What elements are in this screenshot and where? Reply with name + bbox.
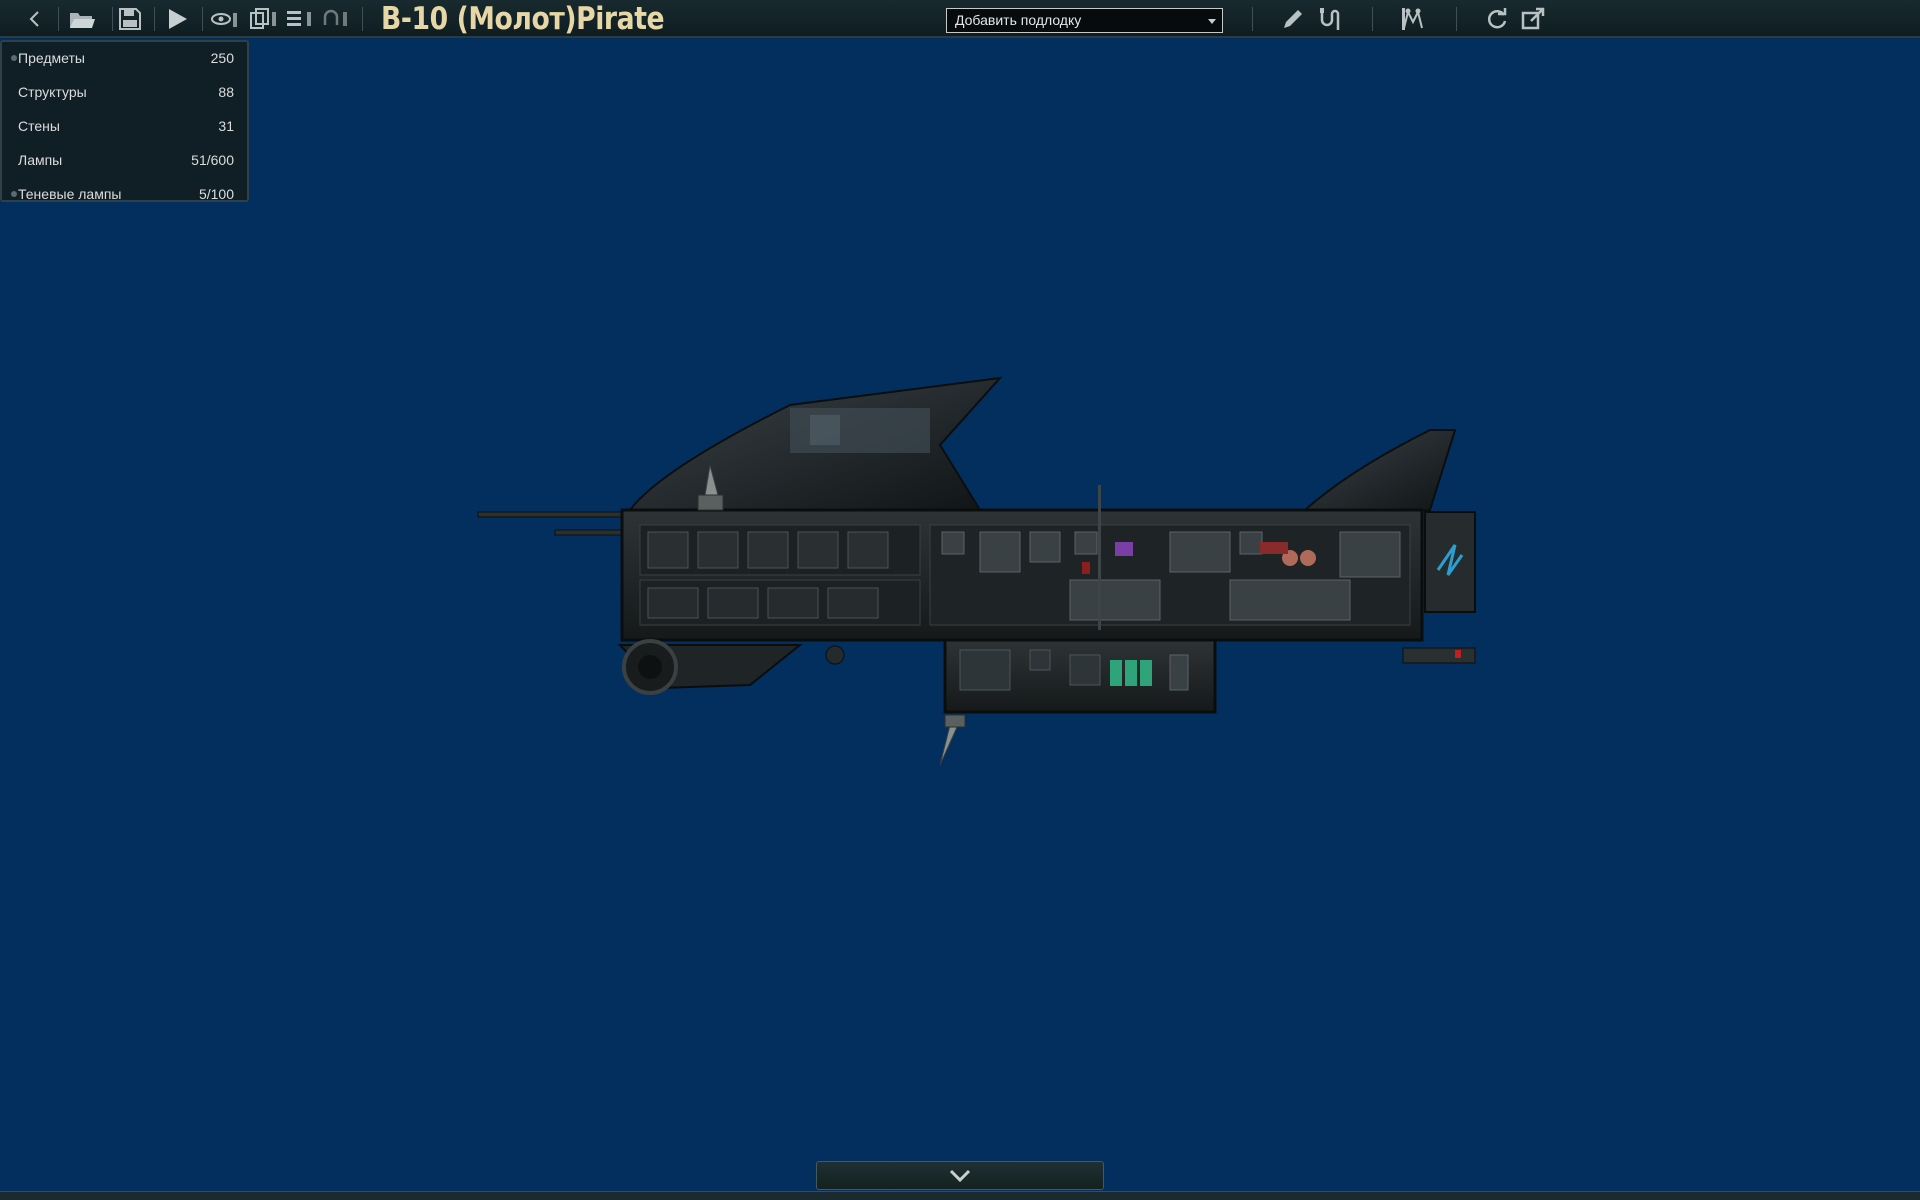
stat-lights: Лампы 51/600	[2, 144, 251, 178]
stat-items: Предметы 250	[2, 42, 251, 76]
wire-icon	[1320, 8, 1340, 30]
turret-bottom	[939, 724, 959, 766]
open-button[interactable]	[66, 4, 98, 34]
stat-label: Стены	[18, 118, 60, 134]
stat-structures: Структуры 88	[2, 76, 251, 110]
row-handle-icon	[11, 55, 17, 61]
submarine-canvas[interactable]	[470, 370, 1490, 770]
stat-value: 31	[218, 118, 234, 134]
test-play-button[interactable]	[162, 4, 192, 34]
play-icon	[169, 9, 187, 29]
hull-fin-rear	[1302, 429, 1457, 511]
waypoints-button[interactable]	[1398, 4, 1428, 34]
add-submarine-dropdown-value: Добавить подлодку	[955, 12, 1082, 28]
submarine-stats-panel: Предметы 250 Структуры 88 Стены 31 Лампы…	[0, 40, 249, 202]
bottom-bar	[0, 1191, 1920, 1200]
visibility-icon	[211, 13, 237, 27]
entity-list-button[interactable]	[284, 4, 314, 34]
undo-button[interactable]	[320, 4, 350, 34]
stat-value: 5/100	[198, 186, 234, 202]
stat-value: 250	[210, 50, 234, 66]
reset-button[interactable]	[1482, 4, 1512, 34]
stat-label: Структуры	[18, 84, 87, 100]
stat-shadow-lights: Теневые лампы 5/100	[2, 178, 251, 212]
stat-walls: Стены 31	[2, 110, 251, 144]
stat-label: Лампы	[18, 152, 63, 168]
open-folder-icon	[70, 13, 95, 28]
stat-value: 88	[218, 84, 234, 100]
waypoint-icon	[1402, 8, 1423, 30]
wiring-mode-button[interactable]	[1316, 4, 1346, 34]
back-button[interactable]	[22, 4, 48, 34]
stat-label: Предметы	[18, 50, 85, 66]
save-icon	[119, 8, 141, 30]
toggle-entity-menu-button[interactable]	[816, 1161, 1104, 1190]
pencil-icon	[1284, 10, 1302, 28]
list-icon	[287, 11, 311, 26]
stat-value: 51/600	[191, 152, 234, 168]
chevron-down-icon	[949, 1169, 971, 1182]
back-icon	[29, 11, 39, 27]
visibility-button[interactable]	[210, 4, 240, 34]
row-handle-icon	[11, 191, 17, 197]
add-submarine-dropdown[interactable]: Добавить подлодку	[946, 8, 1223, 33]
top-toolbar: B-10 (Молот)Pirate Добавить подлодку	[0, 0, 1920, 38]
layers-icon	[250, 8, 276, 29]
refresh-icon	[1487, 8, 1507, 29]
submarine-title: B-10 (Молот)Pirate	[381, 1, 665, 37]
layers-button[interactable]	[248, 4, 278, 34]
export-button[interactable]	[1518, 4, 1548, 34]
chevron-down-icon	[1208, 19, 1216, 24]
stat-label: Теневые лампы	[18, 186, 122, 202]
export-icon	[1521, 7, 1545, 30]
edit-mode-button[interactable]	[1278, 4, 1308, 34]
undo-icon	[323, 9, 347, 26]
save-button[interactable]	[116, 4, 144, 34]
